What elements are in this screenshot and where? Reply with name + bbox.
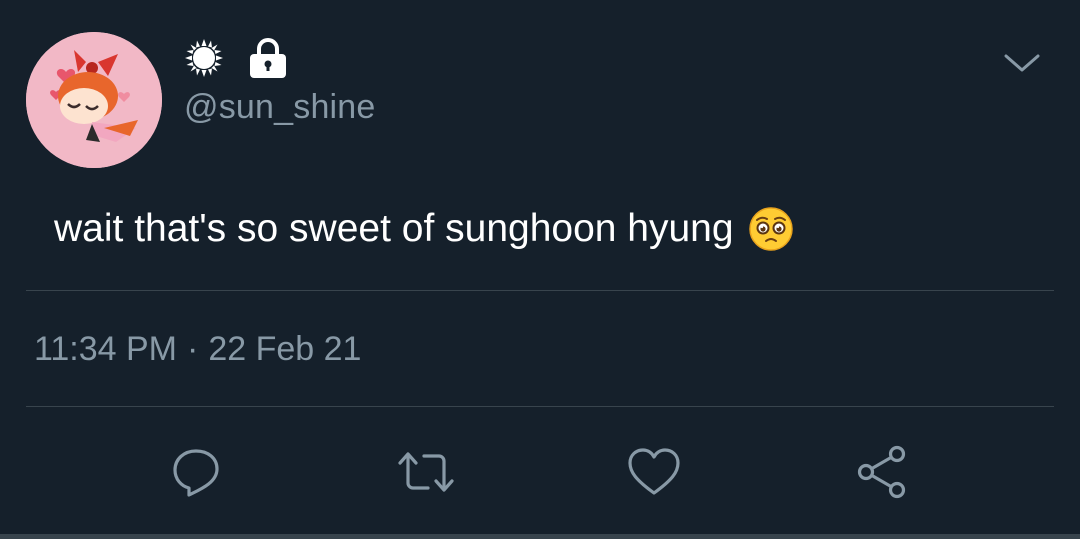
retweet-button[interactable] (396, 442, 456, 502)
display-name-row[interactable] (184, 38, 290, 78)
tweet-date[interactable]: 22 Feb 21 (208, 330, 361, 369)
meta-separator: · (187, 330, 199, 368)
tweet-timestamp: 11:34 PM · 22 Feb 21 (34, 330, 361, 369)
divider (26, 406, 1054, 407)
like-button[interactable] (624, 442, 684, 502)
pleading-face-emoji-icon (748, 206, 794, 252)
tweet-text: wait that's so sweet of sunghoon hyung (54, 206, 794, 252)
tweet-actions-bar (0, 442, 1080, 502)
avatar[interactable] (26, 32, 162, 168)
retweet-icon (396, 445, 456, 499)
lock-icon (246, 36, 290, 80)
reply-button[interactable] (166, 442, 226, 502)
tweet-body: wait that's so sweet of sunghoon hyung (54, 207, 734, 250)
tweet-card: @sun_shine wait that's so sweet of sungh… (0, 0, 1080, 539)
tweet-time: 11:34 PM (34, 330, 178, 368)
bottom-border (0, 534, 1080, 539)
divider (26, 290, 1054, 291)
sun-icon (184, 38, 224, 78)
reply-icon (169, 445, 223, 499)
chevron-down-icon[interactable] (1002, 48, 1042, 78)
powerpuff-avatar-icon (26, 32, 162, 168)
share-icon (854, 444, 910, 500)
user-handle[interactable]: @sun_shine (184, 88, 376, 127)
share-button[interactable] (852, 442, 912, 502)
heart-icon (626, 446, 682, 498)
